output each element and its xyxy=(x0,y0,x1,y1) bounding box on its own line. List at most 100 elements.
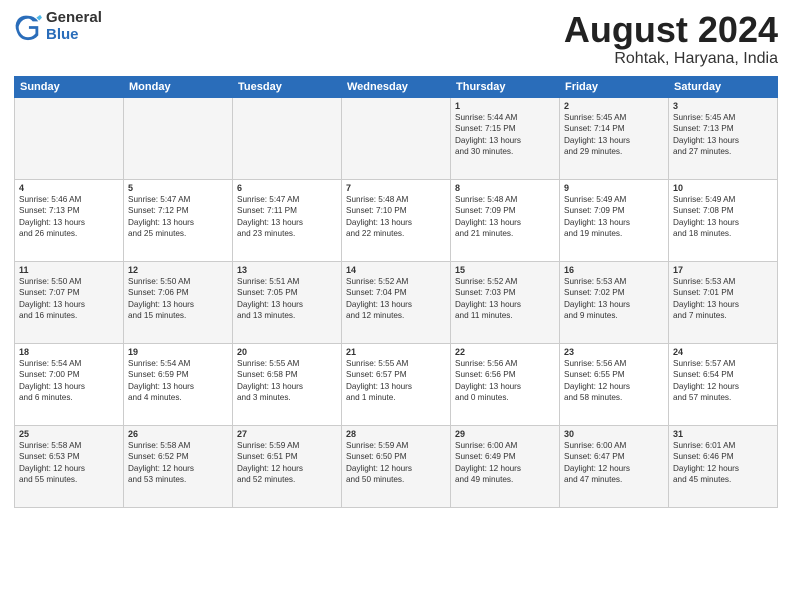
day-number: 25 xyxy=(19,429,119,439)
day-content: Sunrise: 5:51 AM Sunset: 7:05 PM Dayligh… xyxy=(237,277,303,320)
page-container: General Blue August 2024 Rohtak, Haryana… xyxy=(0,0,792,518)
week-row-2: 4 Sunrise: 5:46 AM Sunset: 7:13 PM Daylig… xyxy=(15,179,778,261)
logo-general: General xyxy=(46,10,102,27)
day-content: Sunrise: 5:48 AM Sunset: 7:09 PM Dayligh… xyxy=(455,195,521,238)
day-number: 26 xyxy=(128,429,228,439)
day-content: Sunrise: 5:53 AM Sunset: 7:01 PM Dayligh… xyxy=(673,277,739,320)
day-cell: 6Sunrise: 5:47 AM Sunset: 7:11 PM Daylig… xyxy=(233,179,342,261)
day-cell: 16Sunrise: 5:53 AM Sunset: 7:02 PM Dayli… xyxy=(560,261,669,343)
week-row-1: 1 Sunrise: 5:44 AM Sunset: 7:15 PM Daylig… xyxy=(15,97,778,179)
day-cell: 7Sunrise: 5:48 AM Sunset: 7:10 PM Daylig… xyxy=(342,179,451,261)
day-content: Sunrise: 5:49 AM Sunset: 7:08 PM Dayligh… xyxy=(673,195,739,238)
location: Rohtak, Haryana, India xyxy=(564,50,778,68)
day-number: 21 xyxy=(346,347,446,357)
day-cell xyxy=(342,97,451,179)
week-row-5: 25 Sunrise: 5:58 AM Sunset: 6:53 PM Dayli… xyxy=(15,425,778,507)
day-number: 16 xyxy=(564,265,664,275)
calendar-header: SundayMondayTuesdayWednesdayThursdayFrid… xyxy=(15,76,778,97)
day-content: Sunrise: 5:46 AM Sunset: 7:13 PM Dayligh… xyxy=(19,195,85,238)
calendar-body: 1 Sunrise: 5:44 AM Sunset: 7:15 PM Daylig… xyxy=(15,97,778,507)
day-number: 14 xyxy=(346,265,446,275)
day-content: Sunrise: 5:52 AM Sunset: 7:03 PM Dayligh… xyxy=(455,277,521,320)
week-row-4: 18Sunrise: 5:54 AM Sunset: 7:00 PM Dayli… xyxy=(15,343,778,425)
day-content: Sunrise: 5:55 AM Sunset: 6:57 PM Dayligh… xyxy=(346,359,412,402)
day-cell xyxy=(15,97,124,179)
day-content: Sunrise: 5:59 AM Sunset: 6:51 PM Dayligh… xyxy=(237,441,303,484)
day-number: 5 xyxy=(128,183,228,193)
day-content: Sunrise: 5:50 AM Sunset: 7:06 PM Dayligh… xyxy=(128,277,194,320)
day-content: Sunrise: 5:59 AM Sunset: 6:50 PM Dayligh… xyxy=(346,441,412,484)
day-cell: 26 Sunrise: 5:58 AM Sunset: 6:52 PM Dayli… xyxy=(124,425,233,507)
day-content: Sunrise: 5:56 AM Sunset: 6:56 PM Dayligh… xyxy=(455,359,521,402)
calendar-table: SundayMondayTuesdayWednesdayThursdayFrid… xyxy=(14,76,778,508)
day-cell: 21 Sunrise: 5:55 AM Sunset: 6:57 PM Dayli… xyxy=(342,343,451,425)
day-cell: 15 Sunrise: 5:52 AM Sunset: 7:03 PM Dayli… xyxy=(451,261,560,343)
day-cell: 30Sunrise: 6:00 AM Sunset: 6:47 PM Dayli… xyxy=(560,425,669,507)
day-cell: 8 Sunrise: 5:48 AM Sunset: 7:09 PM Daylig… xyxy=(451,179,560,261)
day-number: 1 xyxy=(455,101,555,111)
day-cell: 18Sunrise: 5:54 AM Sunset: 7:00 PM Dayli… xyxy=(15,343,124,425)
day-cell: 25 Sunrise: 5:58 AM Sunset: 6:53 PM Dayli… xyxy=(15,425,124,507)
day-number: 3 xyxy=(673,101,773,111)
day-content: Sunrise: 6:00 AM Sunset: 6:47 PM Dayligh… xyxy=(564,441,630,484)
day-content: Sunrise: 5:57 AM Sunset: 6:54 PM Dayligh… xyxy=(673,359,739,402)
title-block: August 2024 Rohtak, Haryana, India xyxy=(564,10,778,68)
day-cell: 12Sunrise: 5:50 AM Sunset: 7:06 PM Dayli… xyxy=(124,261,233,343)
day-content: Sunrise: 5:56 AM Sunset: 6:55 PM Dayligh… xyxy=(564,359,630,402)
day-content: Sunrise: 5:44 AM Sunset: 7:15 PM Dayligh… xyxy=(455,113,521,156)
day-number: 19 xyxy=(128,347,228,357)
header-cell-wednesday: Wednesday xyxy=(342,76,451,97)
day-cell xyxy=(233,97,342,179)
header-cell-friday: Friday xyxy=(560,76,669,97)
day-cell: 28 Sunrise: 5:59 AM Sunset: 6:50 PM Dayli… xyxy=(342,425,451,507)
day-content: Sunrise: 6:00 AM Sunset: 6:49 PM Dayligh… xyxy=(455,441,521,484)
day-content: Sunrise: 5:54 AM Sunset: 6:59 PM Dayligh… xyxy=(128,359,194,402)
day-number: 11 xyxy=(19,265,119,275)
day-cell: 24 Sunrise: 5:57 AM Sunset: 6:54 PM Dayli… xyxy=(669,343,778,425)
day-number: 8 xyxy=(455,183,555,193)
day-content: Sunrise: 5:55 AM Sunset: 6:58 PM Dayligh… xyxy=(237,359,303,402)
day-cell: 13 Sunrise: 5:51 AM Sunset: 7:05 PM Dayli… xyxy=(233,261,342,343)
day-number: 15 xyxy=(455,265,555,275)
day-content: Sunrise: 5:58 AM Sunset: 6:52 PM Dayligh… xyxy=(128,441,194,484)
day-content: Sunrise: 5:50 AM Sunset: 7:07 PM Dayligh… xyxy=(19,277,85,320)
header-cell-tuesday: Tuesday xyxy=(233,76,342,97)
day-number: 4 xyxy=(19,183,119,193)
day-number: 28 xyxy=(346,429,446,439)
day-cell: 20 Sunrise: 5:55 AM Sunset: 6:58 PM Dayli… xyxy=(233,343,342,425)
header-cell-sunday: Sunday xyxy=(15,76,124,97)
day-cell: 5 Sunrise: 5:47 AM Sunset: 7:12 PM Daylig… xyxy=(124,179,233,261)
month-title: August 2024 xyxy=(564,10,778,50)
day-cell: 3Sunrise: 5:45 AM Sunset: 7:13 PM Daylig… xyxy=(669,97,778,179)
day-content: Sunrise: 5:45 AM Sunset: 7:14 PM Dayligh… xyxy=(564,113,630,156)
day-number: 23 xyxy=(564,347,664,357)
header-cell-thursday: Thursday xyxy=(451,76,560,97)
day-content: Sunrise: 5:52 AM Sunset: 7:04 PM Dayligh… xyxy=(346,277,412,320)
day-content: Sunrise: 5:54 AM Sunset: 7:00 PM Dayligh… xyxy=(19,359,85,402)
day-number: 22 xyxy=(455,347,555,357)
day-number: 2 xyxy=(564,101,664,111)
day-cell: 23 Sunrise: 5:56 AM Sunset: 6:55 PM Dayli… xyxy=(560,343,669,425)
day-cell: 2 Sunrise: 5:45 AM Sunset: 7:14 PM Daylig… xyxy=(560,97,669,179)
day-number: 27 xyxy=(237,429,337,439)
day-cell: 9Sunrise: 5:49 AM Sunset: 7:09 PM Daylig… xyxy=(560,179,669,261)
logo: General Blue xyxy=(14,10,102,43)
day-cell: 1 Sunrise: 5:44 AM Sunset: 7:15 PM Daylig… xyxy=(451,97,560,179)
day-content: Sunrise: 5:58 AM Sunset: 6:53 PM Dayligh… xyxy=(19,441,85,484)
header-cell-monday: Monday xyxy=(124,76,233,97)
day-cell: 31Sunrise: 6:01 AM Sunset: 6:46 PM Dayli… xyxy=(669,425,778,507)
day-content: Sunrise: 6:01 AM Sunset: 6:46 PM Dayligh… xyxy=(673,441,739,484)
day-number: 7 xyxy=(346,183,446,193)
day-number: 20 xyxy=(237,347,337,357)
day-cell: 4 Sunrise: 5:46 AM Sunset: 7:13 PM Daylig… xyxy=(15,179,124,261)
day-cell: 19 Sunrise: 5:54 AM Sunset: 6:59 PM Dayli… xyxy=(124,343,233,425)
logo-text: General Blue xyxy=(46,10,102,43)
day-number: 10 xyxy=(673,183,773,193)
day-content: Sunrise: 5:47 AM Sunset: 7:12 PM Dayligh… xyxy=(128,195,194,238)
header: General Blue August 2024 Rohtak, Haryana… xyxy=(14,10,778,68)
day-cell: 17Sunrise: 5:53 AM Sunset: 7:01 PM Dayli… xyxy=(669,261,778,343)
day-number: 13 xyxy=(237,265,337,275)
day-number: 24 xyxy=(673,347,773,357)
week-row-3: 11 Sunrise: 5:50 AM Sunset: 7:07 PM Dayli… xyxy=(15,261,778,343)
day-number: 6 xyxy=(237,183,337,193)
